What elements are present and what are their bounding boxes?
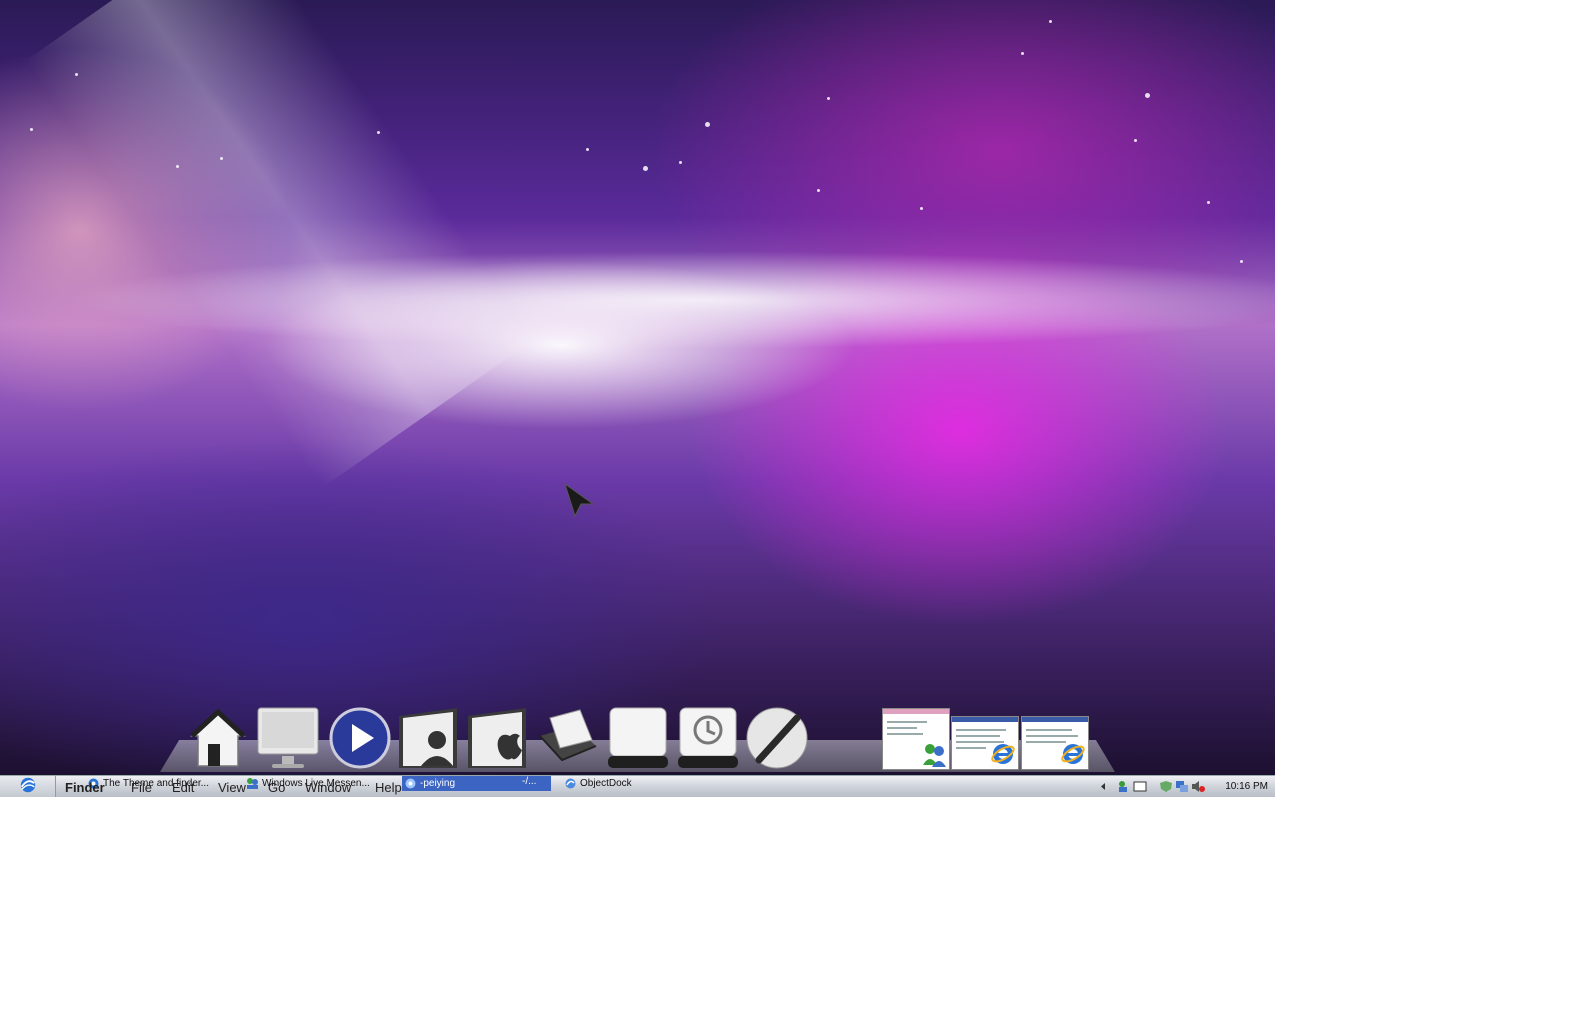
menu-view[interactable]: View: [218, 780, 246, 795]
wallpaper-star: [705, 122, 710, 127]
thumbnail-text-line: [956, 729, 1006, 731]
wallpaper-star: [220, 157, 223, 160]
menu-edit[interactable]: Edit: [172, 780, 194, 795]
start-swirl-icon: [20, 777, 35, 793]
show-desktop-icon[interactable]: [1133, 780, 1147, 793]
network-users-icon[interactable]: [1117, 780, 1131, 793]
messenger-icon: [923, 744, 946, 767]
thumbnail-text-line: [956, 735, 1000, 737]
menu-app-name[interactable]: Finder: [65, 780, 105, 795]
thumbnail-text-line: [956, 747, 986, 749]
task-objectdock[interactable]: ObjectDock: [562, 776, 682, 791]
wallpaper-star: [176, 165, 179, 168]
start-button[interactable]: [0, 776, 56, 797]
thumbnail-text-line: [887, 733, 923, 735]
task-secondary-label: -/...: [522, 776, 537, 787]
mouse-pointer-icon: [564, 482, 595, 518]
ie-icon: [405, 778, 416, 789]
task-label: ObjectDock: [580, 778, 632, 789]
drive-icon[interactable]: [606, 706, 670, 770]
mail-icon[interactable]: [536, 706, 600, 770]
volume-muted-icon[interactable]: [1191, 780, 1205, 793]
tray-expand-arrow-icon[interactable]: [1099, 780, 1107, 793]
menu-file[interactable]: File: [131, 780, 152, 795]
wallpaper-star: [679, 161, 682, 164]
wallpaper-star: [586, 148, 589, 151]
menu-help[interactable]: Help: [375, 780, 402, 795]
applications-folder-icon[interactable]: [466, 706, 530, 770]
taskbar: The Theme and finder... Windows Live Mes…: [0, 775, 1275, 797]
thumbnail-titlebar: [883, 709, 949, 714]
task-peiying[interactable]: -peiying -/...: [402, 776, 551, 791]
wallpaper-star: [1207, 201, 1210, 204]
task-label: -peiying: [420, 778, 456, 789]
messenger-window-thumbnail[interactable]: [882, 708, 950, 770]
home-icon[interactable]: [186, 706, 250, 770]
wallpaper-star: [1134, 139, 1137, 142]
wallpaper-star: [920, 207, 923, 210]
wallpaper-star: [827, 97, 830, 100]
wallpaper-light-beam: [24, 0, 536, 488]
security-shield-icon[interactable]: [1159, 780, 1173, 793]
wallpaper-star: [377, 131, 380, 134]
time-machine-icon[interactable]: [676, 706, 740, 770]
wallpaper-star: [1240, 260, 1243, 263]
thumbnail-titlebar: [1022, 717, 1088, 722]
network-connection-icon[interactable]: [1175, 780, 1189, 793]
ie-window-thumbnail[interactable]: [1021, 716, 1089, 770]
ie-window-thumbnail[interactable]: [951, 716, 1019, 770]
wallpaper-star: [817, 189, 820, 192]
wallpaper-star: [75, 73, 78, 76]
ie-icon: [1061, 744, 1085, 764]
browser-sphere-icon[interactable]: [745, 706, 809, 770]
wallpaper-star: [1145, 93, 1150, 98]
thumbnail-text-line: [1026, 735, 1078, 737]
objectdock-icon: [565, 778, 576, 789]
user-folder-icon[interactable]: [397, 706, 461, 770]
system-tray: 10:16 PM: [1095, 776, 1275, 797]
messenger-icon: [247, 778, 258, 789]
desktop-wallpaper: [0, 0, 1275, 775]
wallpaper-star: [643, 166, 648, 171]
ie-icon: [991, 744, 1015, 764]
thumbnail-titlebar: [952, 717, 1018, 722]
thumbnail-text-line: [887, 721, 927, 723]
wallpaper-star: [1049, 20, 1052, 23]
media-player-icon[interactable]: [328, 706, 392, 770]
menu-window[interactable]: Window: [305, 780, 351, 795]
computer-icon[interactable]: [256, 706, 320, 770]
wallpaper-star: [30, 128, 33, 131]
menu-go[interactable]: Go: [268, 780, 285, 795]
thumbnail-text-line: [887, 727, 917, 729]
clock: 10:16 PM: [1225, 781, 1268, 792]
wallpaper-star: [1021, 52, 1024, 55]
thumbnail-text-line: [1026, 729, 1072, 731]
task-theme-and-finder[interactable]: The Theme and finder...: [85, 776, 220, 791]
